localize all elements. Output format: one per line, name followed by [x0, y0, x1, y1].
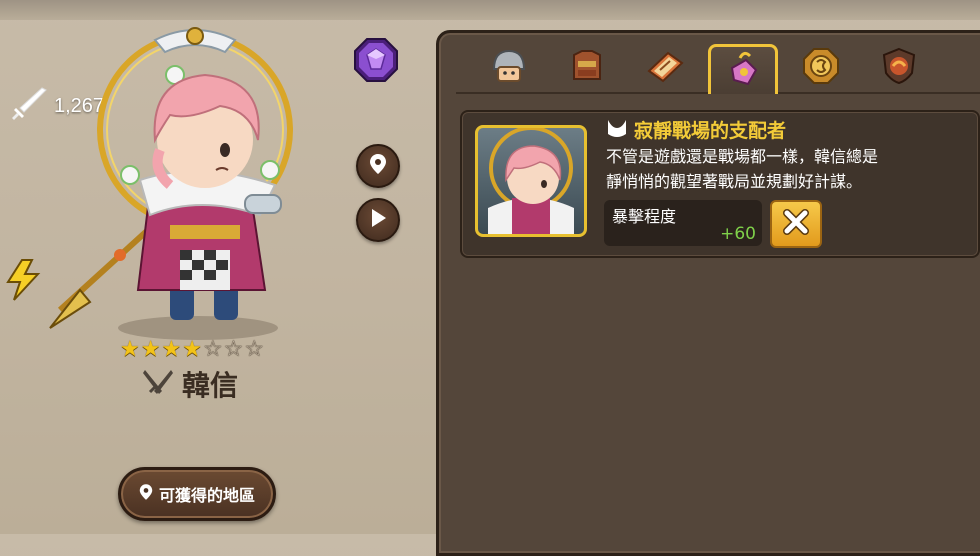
star-rating: ★ ★ ★ ★ ☆ ☆ ☆: [120, 338, 264, 362]
costume-portrait: [475, 125, 587, 237]
item-description: 不管是遊戲還是戰場都一樣，韓信總是 靜悄悄的觀望著戰局並規劃好計謀。: [606, 144, 966, 194]
tab-emblem[interactable]: [864, 42, 934, 94]
stat-box: 暴擊程度 +60: [604, 200, 762, 246]
tab-helmet[interactable]: [474, 42, 544, 94]
hero-character-art: [20, 10, 310, 340]
shield-emblem-icon: [878, 45, 920, 91]
equipment-panel: [436, 30, 980, 556]
star-filled-icon: ★: [182, 337, 202, 362]
play-animation-button[interactable]: [356, 198, 400, 242]
obtainable-area-label: 可獲得的地區: [158, 486, 255, 505]
purple-gem-icon[interactable]: [353, 37, 399, 87]
location-pin-button[interactable]: [356, 144, 400, 188]
star-filled-icon: ★: [120, 337, 140, 362]
tab-accessory[interactable]: [708, 44, 778, 94]
item-description-line: 靜悄悄的觀望著戰局並規劃好計謀。: [606, 172, 863, 191]
star-empty-icon: ☆: [202, 337, 223, 362]
equipment-tabs: [474, 42, 942, 94]
map-pin-icon: [139, 483, 153, 505]
tab-book[interactable]: [630, 42, 700, 94]
crossed-swords-icon: [142, 367, 174, 401]
coin-icon: [800, 45, 842, 91]
star-empty-icon: ☆: [223, 337, 244, 362]
hero-name: 韓信: [182, 369, 239, 402]
stat-value: +60: [720, 224, 756, 244]
book-icon: [644, 45, 686, 91]
star-empty-icon: ☆: [244, 337, 265, 362]
star-filled-icon: ★: [161, 337, 182, 362]
costume-type-icon: [606, 118, 628, 142]
armor-icon: [566, 45, 608, 91]
unequip-button[interactable]: [770, 200, 822, 248]
obtainable-area-button[interactable]: 可獲得的地區: [118, 467, 276, 521]
tab-armor[interactable]: [552, 42, 622, 94]
item-title-row: 寂靜戰場的支配者: [606, 116, 786, 143]
stat-name: 暴擊程度: [612, 207, 677, 226]
play-icon: [369, 208, 387, 232]
accessory-icon: [722, 48, 764, 94]
map-pin-icon: [369, 153, 387, 179]
helmet-icon: [488, 45, 530, 91]
item-title: 寂靜戰場的支配者: [634, 120, 787, 142]
close-icon: [783, 209, 809, 239]
item-description-line: 不管是遊戲還是戰場都一樣，韓信總是: [606, 147, 879, 166]
tab-coin[interactable]: [786, 42, 856, 94]
star-filled-icon: ★: [140, 337, 161, 362]
hero-name-row: 韓信: [142, 364, 238, 404]
